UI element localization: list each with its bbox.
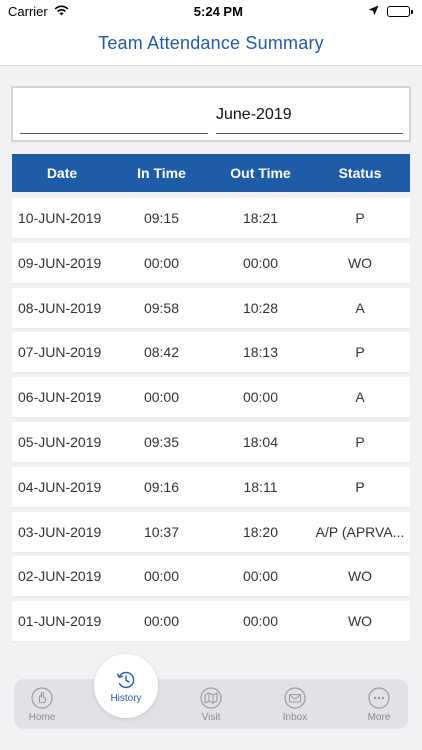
cell-date: 07-JUN-2019 [18, 344, 102, 361]
tab-inbox-label: Inbox [282, 712, 308, 723]
cell-status: A/P (APRVA... [315, 523, 405, 540]
cell-out-time: 18:20 [242, 523, 279, 540]
cell-date: 08-JUN-2019 [18, 299, 102, 316]
cell-date: 03-JUN-2019 [18, 523, 102, 540]
table-row[interactable]: 06-JUN-2019 00:00 00:00 A [12, 377, 410, 418]
cell-in-time: 08:42 [143, 344, 180, 361]
table-row[interactable]: 03-JUN-2019 10:37 18:20 A/P (APRVA... [12, 511, 410, 552]
cell-in-time: 09:35 [143, 433, 180, 450]
clock-time: 5:24 PM [193, 3, 243, 19]
tab-more[interactable]: More [349, 679, 409, 729]
column-header-status: Status [338, 165, 382, 181]
tab-history[interactable]: History [94, 654, 158, 718]
cell-status: P [355, 344, 365, 361]
cell-in-time: 00:00 [143, 254, 180, 271]
cell-out-time: 00:00 [242, 568, 279, 585]
carrier-label: Carrier [8, 3, 48, 19]
cell-out-time: 18:11 [243, 478, 278, 495]
wifi-icon [54, 4, 69, 19]
month-field-underline [216, 133, 403, 134]
table-header: Date In Time Out Time Status [12, 154, 410, 192]
cell-out-time: 18:21 [242, 210, 279, 226]
tab-home[interactable]: Home [12, 679, 72, 729]
cell-status: P [355, 478, 365, 495]
cell-in-time: 09:15 [143, 210, 180, 226]
cell-out-time: 18:04 [242, 433, 279, 450]
cell-in-time: 00:00 [143, 389, 180, 406]
table-row[interactable]: 02-JUN-2019 00:00 00:00 WO [12, 556, 410, 597]
hand-icon [31, 687, 53, 709]
tab-more-label: More [367, 712, 391, 723]
battery-icon [387, 5, 413, 17]
table-row[interactable]: 05-JUN-2019 09:35 18:04 P [12, 421, 410, 462]
status-bar: Carrier 5:24 PM [0, 0, 422, 22]
page-title: Team Attendance Summary [98, 33, 324, 53]
tab-home-label: Home [28, 712, 56, 723]
table-row[interactable]: 07-JUN-2019 08:42 18:13 P [12, 332, 410, 373]
cell-status: P [355, 210, 365, 226]
cell-date: 01-JUN-2019 [18, 613, 102, 630]
cell-status: A [355, 299, 365, 316]
cell-out-time: 10:28 [242, 299, 279, 316]
more-dots-icon [368, 687, 390, 709]
table-row[interactable]: 04-JUN-2019 09:16 18:11 P [12, 466, 410, 507]
cell-date: 02-JUN-2019 [18, 568, 102, 585]
table-row[interactable]: 10-JUN-2019 09:15 18:21 P [12, 198, 410, 238]
cell-out-time: 00:00 [242, 613, 279, 630]
attendance-list[interactable]: 10-JUN-2019 09:15 18:21 P 09-JUN-2019 00… [12, 198, 410, 646]
cell-out-time: 18:13 [242, 344, 279, 361]
cell-date: 04-JUN-2019 [18, 478, 102, 495]
column-header-out-time: Out Time [230, 165, 291, 181]
cell-status: WO [347, 254, 373, 271]
cell-out-time: 00:00 [242, 254, 279, 271]
cell-date: 09-JUN-2019 [18, 254, 102, 271]
location-arrow-icon [368, 4, 379, 19]
tab-visit-label: Visit [201, 712, 221, 723]
table-row[interactable]: 01-JUN-2019 00:00 00:00 WO [12, 601, 410, 642]
tab-bar: Home Visit Inbox More [14, 679, 408, 729]
cell-out-time: 00:00 [242, 389, 279, 406]
table-row[interactable]: 08-JUN-2019 09:58 10:28 A [12, 287, 410, 328]
cell-in-time: 00:00 [143, 568, 180, 585]
cell-date: 06-JUN-2019 [18, 389, 102, 406]
map-icon [200, 687, 222, 709]
table-row[interactable]: 09-JUN-2019 00:00 00:00 WO [12, 242, 410, 283]
clock-history-icon [115, 669, 137, 691]
nav-header: Team Attendance Summary [0, 22, 422, 66]
left-field-underline [20, 133, 208, 134]
month-selector[interactable]: June-2019 [11, 86, 411, 142]
column-header-date: Date [46, 165, 78, 181]
column-header-in-time: In Time [137, 165, 186, 181]
cell-status: P [355, 433, 365, 450]
tab-inbox[interactable]: Inbox [265, 679, 325, 729]
cell-date: 10-JUN-2019 [18, 210, 102, 226]
cell-status: WO [347, 568, 373, 585]
cell-status: WO [347, 613, 373, 630]
cell-date: 05-JUN-2019 [18, 433, 102, 450]
cell-in-time: 10:37 [143, 523, 180, 540]
cell-in-time: 09:16 [143, 478, 180, 495]
tab-history-label: History [110, 692, 142, 704]
cell-status: A [355, 389, 365, 406]
cell-in-time: 00:00 [143, 613, 180, 630]
cell-in-time: 09:58 [143, 299, 180, 316]
month-value[interactable]: June-2019 [216, 106, 292, 124]
tab-visit[interactable]: Visit [181, 679, 241, 729]
mail-icon [284, 687, 306, 709]
